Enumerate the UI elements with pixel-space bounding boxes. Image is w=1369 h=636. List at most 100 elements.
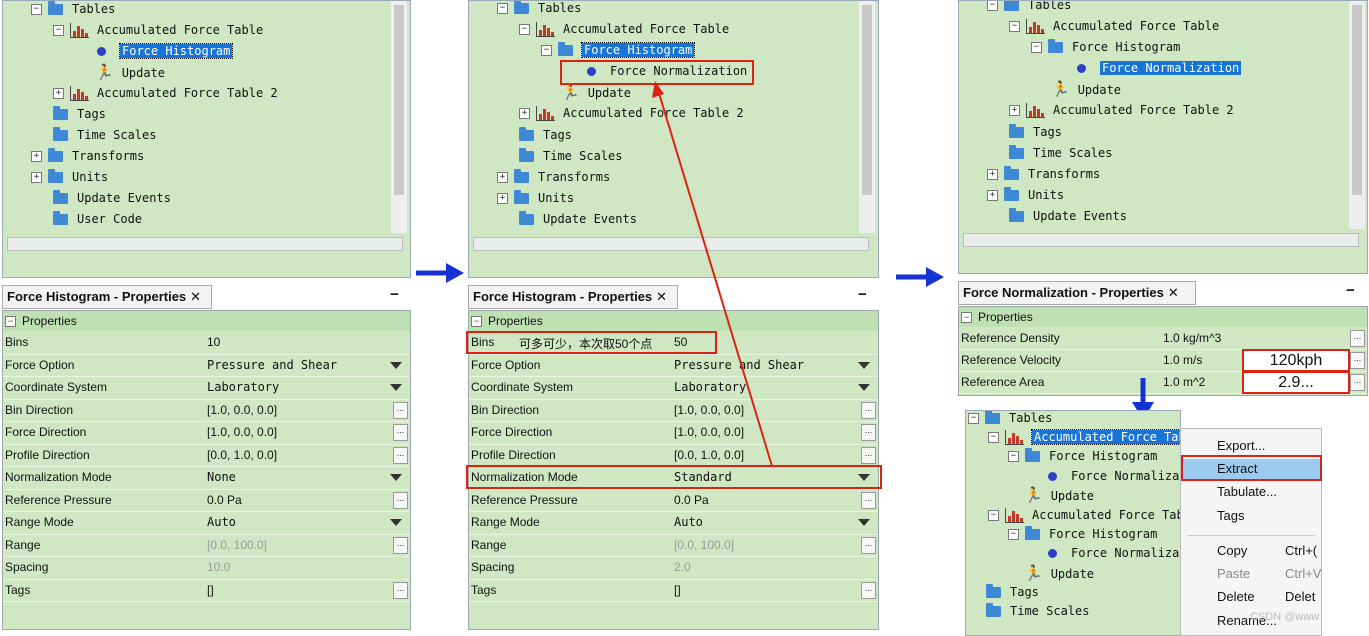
- property-row[interactable]: Spacing 10.0: [3, 556, 410, 580]
- property-value[interactable]: 1.0 m/s: [1163, 349, 1202, 371]
- property-row[interactable]: Tags []...: [3, 579, 410, 602]
- tree-item-user-code[interactable]: User Code: [53, 209, 142, 229]
- dropdown-arrow-icon[interactable]: [390, 361, 402, 369]
- tree-item-update[interactable]: 🏃 Update: [1051, 79, 1121, 99]
- tree-item-update[interactable]: 🏃 Update: [561, 82, 631, 102]
- close-icon[interactable]: ✕: [190, 289, 201, 304]
- property-value[interactable]: Auto: [674, 511, 703, 534]
- property-row[interactable]: Normalization Mode None: [3, 466, 410, 490]
- ellipsis-button[interactable]: ...: [1350, 330, 1365, 347]
- horizontal-scrollbar[interactable]: [963, 233, 1359, 247]
- property-row[interactable]: Force Direction [1.0, 0.0, 0.0]...: [3, 421, 410, 445]
- ellipsis-button[interactable]: ...: [861, 401, 876, 419]
- dropdown-arrow-icon[interactable]: [858, 519, 870, 527]
- ellipsis-button[interactable]: ...: [393, 401, 408, 419]
- property-value[interactable]: []: [674, 579, 681, 602]
- property-value[interactable]: 10: [207, 331, 220, 354]
- ellipsis-button[interactable]: ...: [393, 491, 408, 509]
- property-value[interactable]: None: [207, 466, 236, 489]
- ellipsis-button[interactable]: ...: [861, 491, 876, 509]
- property-value[interactable]: 0.0 Pa: [674, 489, 709, 512]
- tree-item-time-scales[interactable]: Time Scales: [519, 146, 622, 166]
- tree-item-accumulated-force-table-2[interactable]: + Accumulated Force Table 2: [1009, 100, 1234, 120]
- minimize-icon[interactable]: −: [858, 286, 867, 303]
- tree-item-time-scales[interactable]: Time Scales: [1009, 143, 1112, 163]
- property-value[interactable]: 1.0 m^2: [1163, 371, 1205, 393]
- property-value[interactable]: 10.0: [207, 556, 230, 579]
- menu-item-export[interactable]: Export...: [1181, 436, 1321, 456]
- tree-item-units[interactable]: + Units: [987, 185, 1064, 205]
- property-row[interactable]: Spacing 2.0: [469, 556, 878, 580]
- property-value[interactable]: Auto: [207, 511, 236, 534]
- property-value[interactable]: Laboratory: [207, 376, 279, 399]
- dropdown-arrow-icon[interactable]: [858, 384, 870, 392]
- tree-item-force-normalization[interactable]: Force Normalization: [1077, 58, 1242, 78]
- tree-item-accumulated-force-table[interactable]: −Accumulated Force Table: [1009, 16, 1219, 36]
- property-row[interactable]: Bin Direction [1.0, 0.0, 0.0]...: [3, 399, 410, 422]
- tree-item-accumulated-force-table-2[interactable]: + Accumulated Force Table 2: [53, 83, 278, 103]
- menu-item-paste[interactable]: Paste Ctrl+V: [1181, 564, 1321, 584]
- tree-item-update-events[interactable]: Update Events: [519, 209, 637, 229]
- tree-item-time-scales[interactable]: Time Scales: [53, 125, 156, 145]
- property-value[interactable]: 2.0: [674, 556, 691, 579]
- tree-item-tags[interactable]: Tags: [53, 104, 106, 124]
- vertical-scrollbar[interactable]: [391, 1, 407, 233]
- tree-item-update[interactable]: 🏃 Update: [95, 62, 165, 82]
- ellipsis-button[interactable]: ...: [861, 536, 876, 554]
- tree-item-force-histogram[interactable]: Force Histogram: [97, 41, 234, 61]
- property-row[interactable]: Range Mode Auto: [3, 511, 410, 535]
- horizontal-scrollbar[interactable]: [7, 237, 403, 251]
- dropdown-arrow-icon[interactable]: [390, 519, 402, 527]
- tree-item-update[interactable]: 🏃 Update: [1024, 485, 1094, 505]
- property-value[interactable]: [0.0, 100.0]: [674, 534, 734, 557]
- menu-item-delete[interactable]: Delete Delet: [1181, 587, 1321, 607]
- dropdown-arrow-icon[interactable]: [390, 474, 402, 482]
- tree-item-force-normalization[interactable]: Force Normalizati: [1048, 466, 1180, 486]
- tree-item-update-2[interactable]: 🏃 Update: [1024, 563, 1094, 583]
- tree-item-tables[interactable]: − Tables: [968, 411, 1052, 428]
- dropdown-arrow-icon[interactable]: [858, 361, 870, 369]
- tree-item-update-events[interactable]: Update Events: [53, 188, 171, 208]
- tree-item-tables[interactable]: − Tables: [497, 1, 581, 18]
- tree-item-time-scales[interactable]: Time Scales: [986, 601, 1089, 621]
- property-row[interactable]: Range [0.0, 100.0]...: [3, 534, 410, 557]
- property-row[interactable]: Coordinate System Laboratory: [3, 376, 410, 400]
- minimize-icon[interactable]: −: [1346, 282, 1355, 299]
- tree-item-tags[interactable]: Tags: [1009, 122, 1062, 142]
- tree-item-tags[interactable]: Tags: [519, 125, 572, 145]
- minimize-icon[interactable]: −: [390, 286, 399, 303]
- tree-item-accumulated-force-table-2[interactable]: −Accumulated Force Table: [988, 505, 1180, 525]
- property-value[interactable]: 1.0 kg/m^3: [1163, 327, 1221, 349]
- tree-item-force-normalization-2[interactable]: Force Normalizati: [1048, 543, 1180, 563]
- tree-item-tags[interactable]: Tags: [986, 582, 1039, 602]
- tree-item-accumulated-force-table[interactable]: −Accumulated Force Table: [988, 427, 1180, 447]
- property-value[interactable]: [0.0, 1.0, 0.0]: [207, 444, 277, 467]
- tree-item-force-histogram[interactable]: − Force Histogram: [541, 40, 696, 60]
- property-row[interactable]: Reference Pressure 0.0 Pa...: [469, 489, 878, 512]
- property-value[interactable]: [0.0, 100.0]: [207, 534, 267, 557]
- property-row[interactable]: Reference Density 1.0 kg/m^3...: [959, 327, 1367, 350]
- ellipsis-button[interactable]: ...: [1350, 374, 1365, 391]
- tree-item-tables[interactable]: − Tables: [987, 1, 1071, 15]
- tree-item-tables[interactable]: − Tables: [31, 1, 115, 19]
- menu-item-tabulate[interactable]: Tabulate...: [1181, 482, 1321, 502]
- property-value[interactable]: []: [207, 579, 214, 602]
- ellipsis-button[interactable]: ...: [861, 581, 876, 599]
- close-icon[interactable]: ✕: [1168, 285, 1179, 300]
- property-row[interactable]: Reference Pressure 0.0 Pa...: [3, 489, 410, 512]
- vertical-scrollbar[interactable]: [1349, 1, 1365, 229]
- tree-item-accumulated-force-table[interactable]: −Accumulated Force Table: [53, 20, 263, 40]
- ellipsis-button[interactable]: ...: [393, 446, 408, 464]
- tree-item-units[interactable]: + Units: [31, 167, 108, 187]
- dropdown-arrow-icon[interactable]: [390, 384, 402, 392]
- property-value[interactable]: 0.0 Pa: [207, 489, 242, 512]
- tree-item-transforms[interactable]: + Transforms: [987, 164, 1100, 184]
- property-row[interactable]: Bins 10: [3, 331, 410, 355]
- tree-item-units[interactable]: + Units: [497, 188, 574, 208]
- menu-item-tags[interactable]: Tags: [1181, 506, 1321, 526]
- ellipsis-button[interactable]: ...: [861, 424, 876, 442]
- vertical-scrollbar[interactable]: [859, 1, 875, 233]
- ellipsis-button[interactable]: ...: [393, 581, 408, 599]
- property-value[interactable]: Pressure and Shear: [207, 354, 337, 377]
- property-row[interactable]: Range [0.0, 100.0]...: [469, 534, 878, 557]
